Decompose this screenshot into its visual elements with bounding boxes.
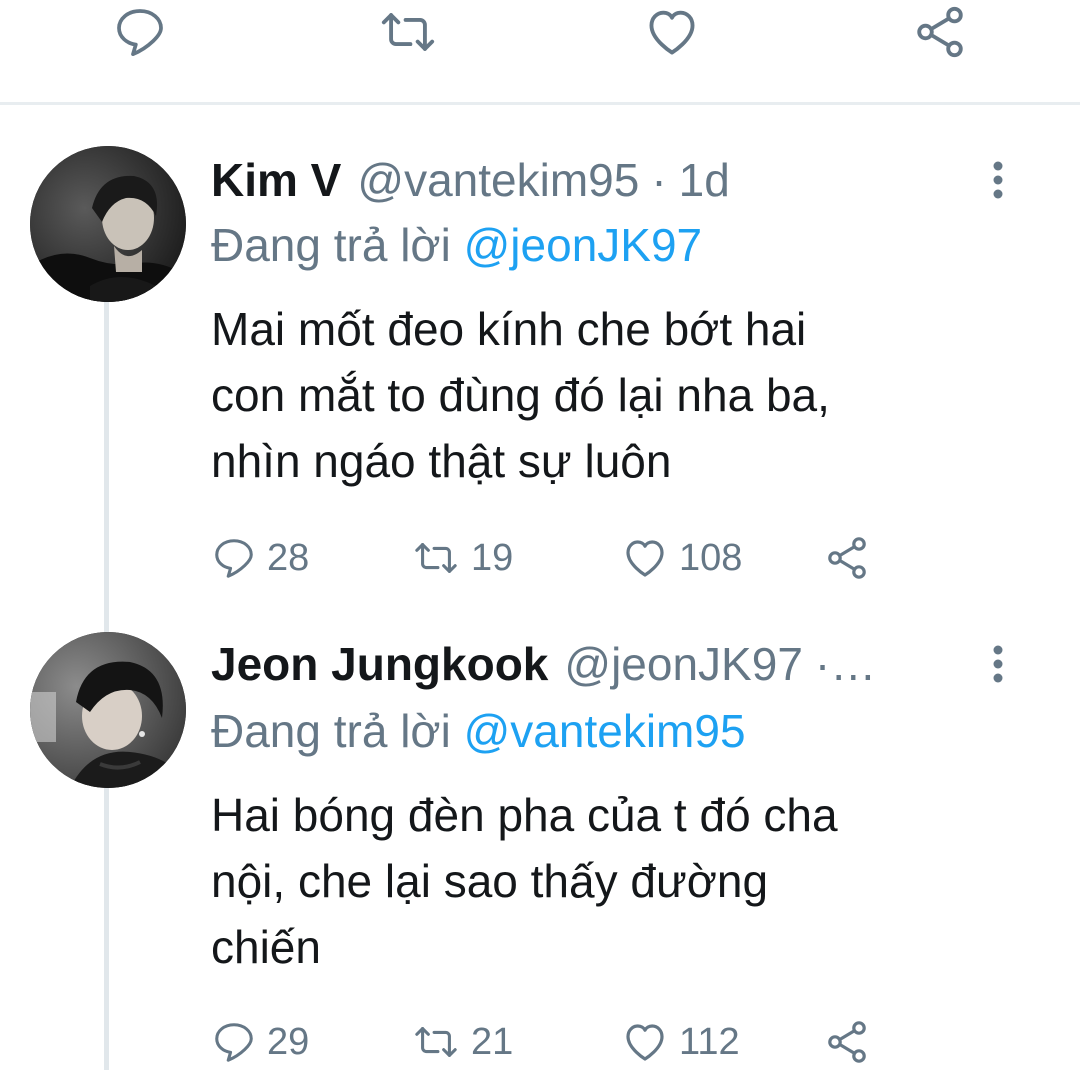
author-name[interactable]: Jeon Jungkook <box>211 636 548 692</box>
replying-mention-link[interactable]: @jeonJK97 <box>464 219 703 271</box>
tweet-text-line: Mai mốt đeo kính che bớt hai <box>211 303 807 355</box>
reply-icon <box>211 1019 257 1065</box>
author-handle[interactable]: @jeonJK97 <box>564 636 803 692</box>
tweet-text-line: con mắt to đùng đó lại nha ba, <box>211 369 830 421</box>
top-reply-button[interactable] <box>110 2 170 62</box>
share-button[interactable] <box>823 532 871 584</box>
tweet-text-line: Hai bóng đèn pha của t đó cha <box>211 789 838 841</box>
top-retweet-button[interactable] <box>378 2 438 62</box>
tweet-2-action-bar: 29 21 112 <box>211 1016 1031 1068</box>
more-vertical-icon <box>992 644 1004 684</box>
tweet-2-text: Hai bóng đèn pha của t đó cha nội, che l… <box>211 782 991 980</box>
tweet-1-more-button[interactable] <box>980 152 1016 208</box>
author-handle[interactable]: @vantekim95 <box>357 152 639 208</box>
replying-prefix: Đang trả lời <box>211 705 451 757</box>
tweet-1-action-bar: 28 19 108 <box>211 532 1031 584</box>
like-button[interactable]: 112 <box>621 1016 740 1068</box>
tweet-2-header: Jeon Jungkook @jeonJK97 ·… <box>211 636 888 692</box>
heart-icon <box>643 3 701 61</box>
replying-prefix: Đang trả lời <box>211 219 451 271</box>
retweet-icon <box>411 1019 461 1065</box>
like-button[interactable]: 108 <box>621 532 742 584</box>
share-icon <box>911 3 969 61</box>
like-count: 108 <box>679 536 743 579</box>
reply-button[interactable]: 28 <box>211 532 309 584</box>
heart-icon <box>621 534 669 582</box>
top-action-bar <box>0 0 1080 105</box>
replying-to-line: Đang trả lời @vantekim95 <box>211 703 746 759</box>
tweet-1-header: Kim V @vantekim95 · 1d <box>211 152 730 208</box>
top-like-button[interactable] <box>642 2 702 62</box>
replying-to-line: Đang trả lời @jeonJK97 <box>211 217 702 273</box>
tweet-1-text: Mai mốt đeo kính che bớt hai con mắt to … <box>211 296 991 494</box>
avatar-jeon-jungkook[interactable] <box>30 632 186 788</box>
reply-icon <box>211 535 257 581</box>
reply-count: 28 <box>267 536 310 579</box>
reply-icon <box>112 4 168 60</box>
retweet-icon <box>411 535 461 581</box>
tweet-2-more-button[interactable] <box>980 636 1016 692</box>
reply-count: 29 <box>267 1020 310 1063</box>
separator-dot: · <box>651 154 667 206</box>
tweet-text-line: nhìn ngáo thật sự luôn <box>211 435 672 487</box>
retweet-count: 19 <box>471 536 514 579</box>
retweet-icon <box>379 3 437 61</box>
separator-ellipsis: ·… <box>814 638 877 690</box>
author-name[interactable]: Kim V <box>211 152 341 208</box>
like-count: 112 <box>679 1020 740 1063</box>
retweet-button[interactable]: 21 <box>411 1016 513 1068</box>
tweet-text-line: chiến <box>211 921 321 973</box>
share-icon <box>823 534 871 582</box>
tweet-text-line: nội, che lại sao thấy đường <box>211 855 769 907</box>
share-icon <box>823 1018 871 1066</box>
heart-icon <box>621 1018 669 1066</box>
retweet-button[interactable]: 19 <box>411 532 513 584</box>
replying-mention-link[interactable]: @vantekim95 <box>464 705 746 757</box>
reply-button[interactable]: 29 <box>211 1016 309 1068</box>
top-share-button[interactable] <box>910 2 970 62</box>
avatar-kim-v[interactable] <box>30 146 186 302</box>
more-vertical-icon <box>992 160 1004 200</box>
tweet-timestamp[interactable]: 1d <box>679 152 730 208</box>
retweet-count: 21 <box>471 1020 514 1063</box>
share-button[interactable] <box>823 1016 871 1068</box>
